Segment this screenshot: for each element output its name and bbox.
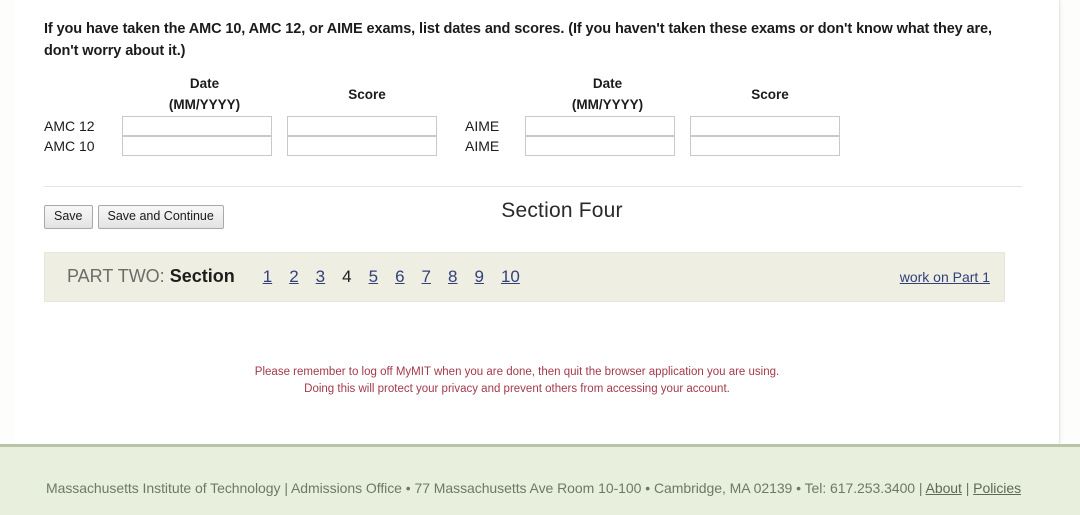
footer-sep-2: | [915,480,926,496]
header-score-left: Score [348,86,386,102]
footer-band: Massachusetts Institute of Technology | … [0,444,1080,515]
cell-aime2-date [525,135,690,156]
header-date-right-sub: (MM/YYYY) [571,96,644,112]
footer-phone: Tel: 617.253.3400 [804,480,916,496]
footer-bullet-2: • [641,480,654,496]
cell-aime2-score [690,135,850,156]
footer-sep-1: | [280,480,291,496]
footer-org: Massachusetts Institute of Technology [46,480,281,496]
header-spacer [44,74,122,116]
exam-scores-table: Date (MM/YYYY) Score Date (MM/YYYY) Scor… [44,74,850,156]
logoff-notice-line-1: Please remember to log off MyMIT when yo… [254,365,780,378]
footer-bullet-1: • [401,480,415,496]
header-date-right-main: Date [592,76,623,92]
row-label-amc12: AMC 12 [44,117,95,134]
header-score-right: Score [751,86,789,102]
header-date-right: Date (MM/YYYY) [525,74,690,116]
page-title: Section Four [501,198,623,222]
amc12-date-input[interactable] [122,115,272,136]
section-number-8[interactable]: 8 [448,267,457,287]
cell-aime1-date [525,115,690,136]
footer-bullet-3: • [792,480,805,496]
cell-amc12-score [287,115,447,136]
row-label-aime-1: AIME [465,117,500,134]
section-number-5[interactable]: 5 [369,267,378,287]
header-date-left: Date (MM/YYYY) [122,74,287,116]
table-header-row: Date (MM/YYYY) Score Date (MM/YYYY) Scor… [44,74,850,116]
part-two-prefix: PART TWO: [67,266,165,287]
cell-amc10-date [122,135,287,156]
question-prompt: If you have taken the AMC 10, AMC 12, or… [44,21,992,60]
cell-amc12-date [122,115,287,136]
footer-about-link[interactable]: About [926,480,962,496]
action-row: Save Save and Continue Section Four [44,199,1020,239]
footer-office: Admissions Office [290,480,402,496]
row-label-amc10: AMC 10 [44,137,95,154]
footer-text: Massachusetts Institute of Technology | … [46,480,1021,496]
part-two-section-word: Section [169,266,235,287]
amc10-date-input[interactable] [122,135,272,156]
amc10-score-input[interactable] [287,135,437,156]
aime1-score-input[interactable] [690,115,840,136]
header-date-left-sub: (MM/YYYY) [168,96,241,112]
footer-address: 77 Massachusetts Ave Room 10-100 [414,480,642,496]
row-label-aime-2: AIME [465,137,500,154]
section-number-list: 1 2 3 4 5 6 7 8 9 10 [263,267,537,287]
logoff-notice-line-2: Doing this will protect your privacy and… [304,382,730,395]
table-row: AMC 12 AIME [44,115,850,136]
content-inner: If you have taken the AMC 10, AMC 12, or… [44,0,1022,397]
section-number-2[interactable]: 2 [289,267,298,287]
work-on-part-1-link[interactable]: work on Part 1 [900,269,990,285]
aime2-date-input[interactable] [525,135,675,156]
section-number-10[interactable]: 10 [501,267,520,287]
footer-sep-3: | [961,480,974,496]
aime1-date-input[interactable] [525,115,675,136]
section-number-4: 4 [342,266,352,286]
amc12-score-input[interactable] [287,115,437,136]
part-two-nav-bar: PART TWO: Section 1 2 3 4 5 6 7 8 9 10 work on Pa… [44,251,1005,302]
section-number-9[interactable]: 9 [474,267,483,287]
header-date-left-main: Date [189,76,220,92]
footer-policies-link[interactable]: Policies [973,480,1021,496]
footer-city: Cambridge, MA 02139 [653,480,793,496]
section-divider [44,185,1022,187]
aime2-score-input[interactable] [690,135,840,156]
section-number-7[interactable]: 7 [422,267,431,287]
cell-amc10-score [287,135,447,156]
cell-aime1-score [690,115,850,136]
content-pane: If you have taken the AMC 10, AMC 12, or… [14,0,1060,444]
table-row: AMC 10 AIME [44,135,850,156]
section-number-1[interactable]: 1 [263,267,272,287]
section-number-3[interactable]: 3 [316,267,325,287]
header-spacer-mid [447,74,525,116]
logoff-notice: Please remember to log off MyMIT when yo… [29,364,1005,397]
page-root: If you have taken the AMC 10, AMC 12, or… [0,0,1080,515]
part-two-label: PART TWO: Section [67,266,235,287]
section-number-6[interactable]: 6 [395,267,404,287]
